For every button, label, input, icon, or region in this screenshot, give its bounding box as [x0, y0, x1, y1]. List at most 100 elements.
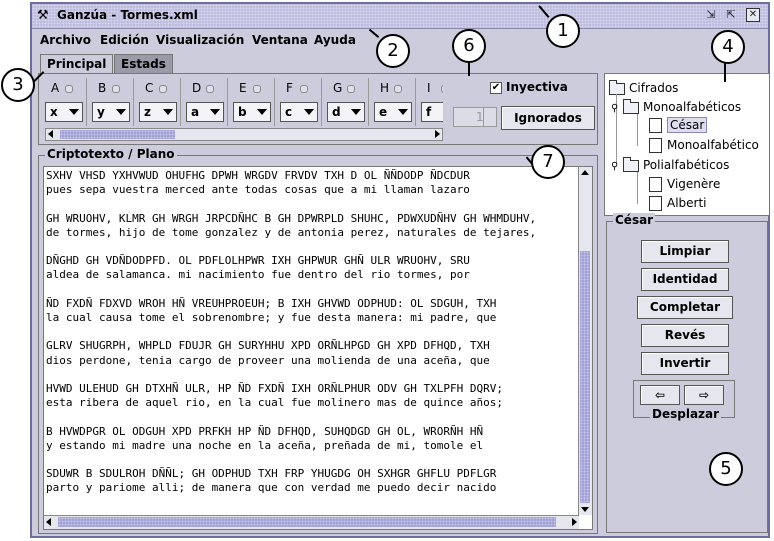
mapping-column: C z	[137, 78, 183, 126]
scroll-thumb[interactable]	[580, 251, 590, 503]
divider	[180, 78, 181, 126]
callout-3: 3	[1, 68, 35, 102]
shift-left-button[interactable]: ⇦	[640, 385, 680, 405]
minimize-icon[interactable]: ⇲	[704, 8, 718, 22]
shift-label: Desplazar	[650, 407, 722, 421]
menu-edicion[interactable]: Edición	[100, 33, 149, 47]
mapping-column: G d	[325, 78, 371, 126]
tree-group-polialfabeticos[interactable]: ⚲ Polialfabéticos	[611, 156, 729, 172]
ignored-button[interactable]: Ignorados	[501, 106, 595, 130]
callout-line	[468, 62, 470, 76]
window-title: Ganzúa - Tormes.xml	[57, 8, 198, 22]
expand-key-icon[interactable]: ⚲	[611, 103, 619, 114]
status-led-icon	[347, 85, 355, 93]
scroll-up-icon[interactable]	[581, 170, 589, 175]
tree-root-cifrados[interactable]: Cifrados	[609, 79, 678, 95]
folder-icon	[623, 156, 639, 172]
cipher-tree: Cifrados ⚲ Monoalfabéticos César Monoalfa…	[604, 73, 770, 216]
cipher-letter-select[interactable]: c	[280, 102, 318, 122]
shift-spinner[interactable]: 1	[453, 107, 497, 127]
cipher-plain-textarea[interactable]: SXHV VHSD YXHVWUD OHUFHG DPWH WRGDV FRVD…	[43, 166, 593, 530]
status-led-icon	[441, 85, 443, 93]
alphabet-scrollbar[interactable]	[45, 128, 443, 141]
tree-item-vigenere[interactable]: Vigenère	[649, 177, 720, 192]
horizontal-scrollbar[interactable]	[44, 515, 579, 529]
scroll-down-icon[interactable]	[581, 507, 589, 512]
divider	[368, 78, 369, 126]
tree-group-monoalfabeticos[interactable]: ⚲ Monoalfabéticos	[611, 98, 741, 114]
tab-principal[interactable]: Principal	[40, 54, 114, 74]
mapping-column: I f	[419, 78, 443, 126]
cipher-letter-select[interactable]: f	[421, 102, 443, 122]
caesar-panel-title: César	[613, 213, 656, 227]
title-bar[interactable]: ⚒ Ganzúa - Tormes.xml ⇲ ⇱ ✕	[32, 4, 768, 29]
divider	[227, 78, 228, 126]
clear-button[interactable]: Limpiar	[641, 240, 729, 263]
reverse-button[interactable]: Revés	[641, 324, 729, 347]
chevron-down-icon	[351, 109, 361, 115]
tree-item-cesar[interactable]: César	[649, 117, 708, 133]
cipher-letter-select[interactable]: b	[233, 102, 271, 122]
scroll-left-icon[interactable]	[48, 130, 53, 138]
menu-archivo[interactable]: Archivo	[40, 33, 91, 47]
identity-button[interactable]: Identidad	[641, 268, 729, 291]
invert-button[interactable]: Invertir	[641, 352, 729, 375]
document-icon	[649, 118, 662, 133]
scroll-thumb[interactable]	[60, 130, 175, 139]
menu-ventana[interactable]: Ventana	[252, 33, 308, 47]
callout-7: 7	[531, 145, 565, 179]
status-led-icon	[159, 85, 167, 93]
menu-visualizacion[interactable]: Visualización	[156, 33, 244, 47]
maximize-icon[interactable]: ⇱	[724, 8, 738, 22]
callout-2: 2	[376, 34, 410, 68]
vertical-scrollbar[interactable]	[578, 167, 592, 515]
chevron-down-icon	[69, 109, 79, 115]
tab-estads[interactable]: Estads	[114, 54, 173, 73]
tree-item-monoalfabetico[interactable]: Monoalfabético	[649, 138, 759, 153]
cipher-letter-select[interactable]: y	[92, 102, 130, 122]
alphabet-mapping: A x B y C z D a E b F c G d H e I f	[43, 78, 443, 128]
close-icon[interactable]: ✕	[746, 8, 760, 22]
plain-letter: B	[98, 81, 107, 95]
status-led-icon	[253, 85, 261, 93]
cipher-letter-select[interactable]: d	[327, 102, 365, 122]
cipher-letter-select[interactable]: x	[45, 102, 83, 122]
shift-group: ⇦ ⇨ Desplazar	[633, 380, 735, 421]
chevron-down-icon	[116, 109, 126, 115]
injective-checkbox[interactable]: ✔	[490, 82, 502, 94]
scroll-thumb[interactable]	[58, 517, 556, 527]
divider	[274, 78, 275, 126]
tree-line	[637, 172, 638, 204]
scroll-right-icon[interactable]	[435, 130, 440, 138]
scroll-right-icon[interactable]	[572, 518, 577, 526]
tree-line	[637, 114, 638, 146]
document-icon	[649, 196, 662, 211]
cipher-letter-select[interactable]: e	[374, 102, 412, 122]
cipher-letter-select[interactable]: a	[186, 102, 224, 122]
plain-letter: G	[333, 81, 343, 95]
ganzua-icon: ⚒	[37, 8, 49, 23]
substitution-panel: A x B y C z D a E b F c G d H e I f ✔ In…	[38, 73, 598, 145]
text-panel: Criptotexto / Plano SXHV VHSD YXHVWUD OH…	[38, 147, 598, 534]
chevron-down-icon	[398, 109, 408, 115]
cipher-plain-text[interactable]: SXHV VHSD YXHVWUD OHUFHG DPWH WRGDV FRVD…	[46, 169, 536, 496]
mapping-column: B y	[90, 78, 136, 126]
divider	[133, 78, 134, 126]
expand-key-icon[interactable]: ⚲	[611, 161, 619, 172]
callout-line	[724, 62, 726, 82]
callout-1: 1	[546, 14, 580, 48]
document-icon	[649, 138, 662, 153]
spinner-arrows-icon[interactable]	[483, 108, 496, 126]
scroll-left-icon[interactable]	[46, 518, 51, 526]
document-icon	[649, 177, 662, 192]
main-window: ⚒ Ganzúa - Tormes.xml ⇲ ⇱ ✕ Archivo Edic…	[30, 2, 770, 538]
menu-ayuda[interactable]: Ayuda	[314, 33, 356, 47]
shift-right-button[interactable]: ⇨	[684, 385, 724, 405]
status-led-icon	[300, 85, 308, 93]
mapping-column: H e	[372, 78, 418, 126]
callout-4: 4	[711, 30, 745, 64]
complete-button[interactable]: Completar	[637, 296, 733, 319]
mapping-column: A x	[43, 78, 89, 126]
tree-item-alberti[interactable]: Alberti	[649, 196, 707, 211]
cipher-letter-select[interactable]: z	[139, 102, 177, 122]
